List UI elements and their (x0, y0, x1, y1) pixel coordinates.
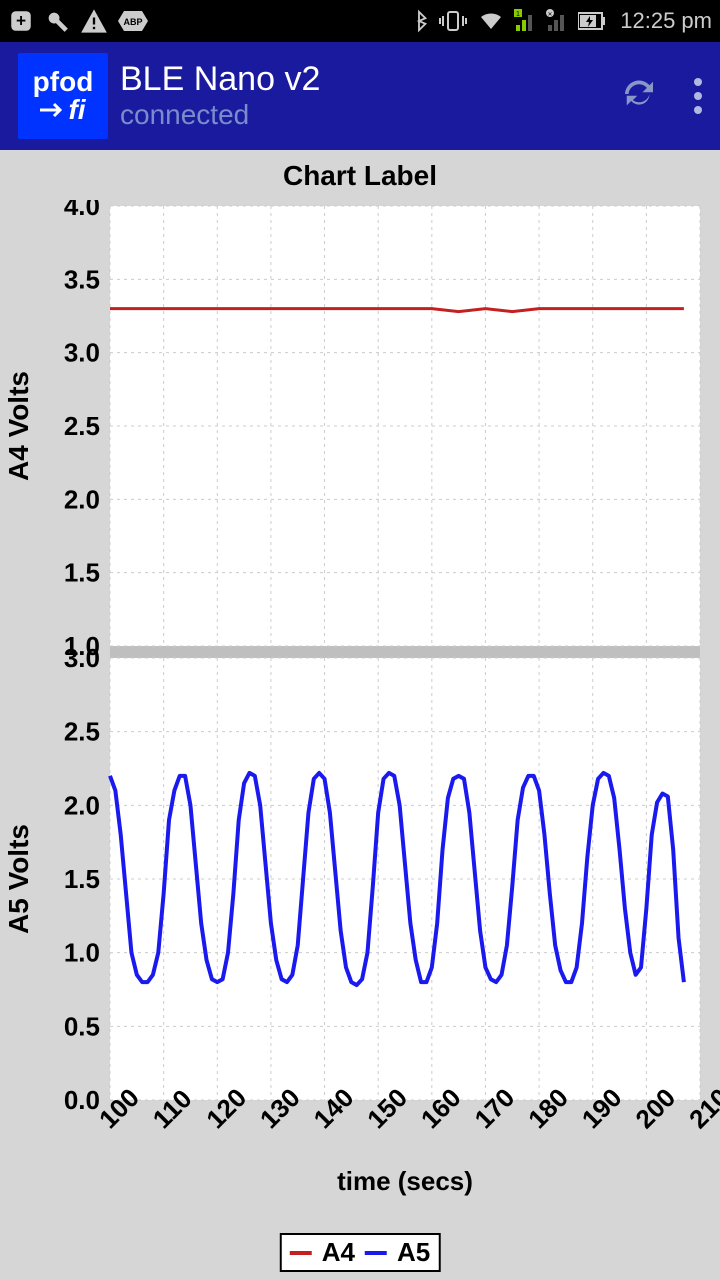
svg-text:A5 Volts: A5 Volts (3, 824, 34, 934)
status-right-icons: 1 ✕ 12:25 pm (408, 8, 712, 34)
vibrate-icon (438, 8, 468, 34)
legend: A4 A5 (280, 1233, 441, 1272)
bluetooth-icon (408, 8, 430, 34)
app-title: BLE Nano v2 (120, 61, 618, 98)
overflow-menu-button[interactable] (694, 78, 702, 114)
svg-text:3.0: 3.0 (64, 338, 100, 368)
svg-text:ABP: ABP (123, 17, 142, 27)
app-bar: pfod fi BLE Nano v2 connected (0, 42, 720, 150)
svg-text:2.0: 2.0 (64, 790, 100, 820)
app-title-block: BLE Nano v2 connected (120, 61, 618, 130)
app-logo[interactable]: pfod fi (18, 53, 108, 139)
svg-text:2.5: 2.5 (64, 717, 100, 747)
legend-swatch-a4 (290, 1251, 312, 1255)
svg-text:time (secs): time (secs) (337, 1166, 473, 1196)
svg-text:2.0: 2.0 (64, 484, 100, 514)
chart-title: Chart Label (0, 156, 720, 200)
svg-text:1.5: 1.5 (64, 558, 100, 588)
svg-text:2.5: 2.5 (64, 411, 100, 441)
svg-text:+: + (16, 10, 26, 30)
svg-text:1.0: 1.0 (64, 938, 100, 968)
legend-label-a4: A4 (322, 1237, 355, 1268)
svg-text:3.5: 3.5 (64, 264, 100, 294)
clock-text: 12:25 pm (620, 8, 712, 34)
svg-text:4.0: 4.0 (64, 200, 100, 221)
warning-icon (80, 7, 108, 35)
refresh-button[interactable] (618, 73, 660, 120)
svg-text:0.5: 0.5 (64, 1011, 100, 1041)
svg-text:A4 Volts: A4 Volts (3, 371, 34, 481)
signal-2-icon: ✕ (546, 9, 570, 33)
chart-container[interactable]: Chart Label 1.01.52.02.53.03.54.00.00.51… (0, 150, 720, 1280)
svg-text:✕: ✕ (548, 12, 553, 18)
abp-icon: ABP (118, 8, 148, 34)
back-icon: + (8, 8, 34, 34)
app-subtitle: connected (120, 99, 618, 131)
battery-icon (578, 12, 606, 30)
status-left-icons: + ABP (8, 7, 148, 35)
android-status-bar: + ABP 1 ✕ 12:25 pm (0, 0, 720, 42)
logo-text-top: pfod (33, 68, 94, 96)
wrench-icon (44, 8, 70, 34)
svg-text:1.5: 1.5 (64, 864, 100, 894)
legend-label-a5: A5 (397, 1237, 430, 1268)
arrow-icon (40, 100, 66, 120)
legend-swatch-a5 (365, 1251, 387, 1255)
logo-text-bottom: fi (40, 96, 85, 124)
svg-text:1: 1 (516, 11, 520, 18)
svg-text:3.0: 3.0 (64, 643, 100, 673)
chart-canvas[interactable]: 1.01.52.02.53.03.54.00.00.51.01.52.02.53… (0, 200, 720, 1240)
signal-1-icon: 1 (514, 9, 538, 33)
wifi-icon (476, 9, 506, 33)
